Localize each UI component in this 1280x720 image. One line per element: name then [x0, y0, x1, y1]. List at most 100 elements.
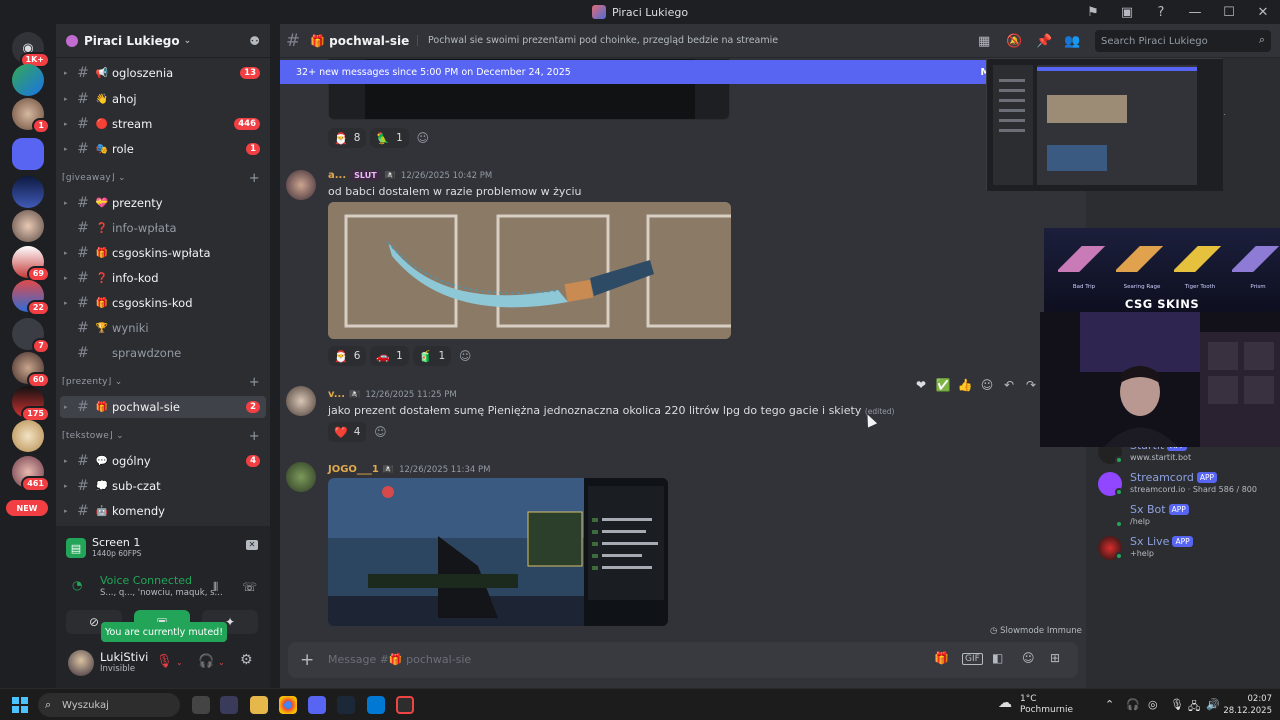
reaction[interactable]: 🧃 1	[412, 346, 452, 366]
author-name[interactable]: v...	[328, 389, 345, 400]
close-icon[interactable]: ✕	[1246, 0, 1280, 24]
category-giveaway[interactable]: ⌈ giveaway ⌋ ⌄ +	[62, 170, 266, 186]
file-explorer-icon[interactable]	[250, 696, 268, 714]
network-icon[interactable]: 🖧	[1188, 698, 1200, 717]
create-channel-icon[interactable]: +	[249, 429, 260, 444]
create-channel-icon[interactable]: +	[249, 171, 260, 186]
reaction[interactable]: 🎅 8	[328, 128, 367, 148]
channel-item-pochwal-sie[interactable]: ▸ # 🎁 pochwal-sie 2	[60, 396, 266, 418]
notification-muted-icon[interactable]: 🔕	[1006, 34, 1022, 49]
channel-item-sub-czat[interactable]: ▸ # 💭 sub-czat	[60, 475, 266, 497]
reply-icon[interactable]: ↶	[998, 378, 1020, 392]
heart-reaction-icon[interactable]: ❤	[910, 378, 932, 392]
message-input[interactable]: Message #🎁 pochwal-sie	[328, 653, 471, 666]
server-icon[interactable]: 7	[12, 318, 50, 354]
discord-taskbar-icon[interactable]	[308, 696, 326, 714]
app-icon[interactable]	[367, 696, 385, 714]
channel-topic[interactable]: Pochwal sie swoimi prezentami pod choink…	[417, 35, 778, 46]
gear-icon[interactable]: ⚙	[240, 652, 253, 668]
reaction[interactable]: 🚗 1	[370, 346, 409, 366]
create-channel-icon[interactable]: +	[249, 375, 260, 390]
server-icon[interactable]: 22	[12, 280, 50, 316]
stop-stream-icon[interactable]: ✕	[246, 540, 258, 550]
attachment-image[interactable]	[328, 478, 668, 626]
avatar[interactable]	[286, 386, 316, 416]
task-view-icon[interactable]	[192, 696, 210, 714]
message-composer[interactable]: + Message #🎁 pochwal-sie 🎁 GIF ◧ ☺ ⊞	[288, 642, 1078, 678]
chrome-icon[interactable]	[279, 696, 297, 714]
app-icon[interactable]	[220, 696, 238, 714]
obs-icon[interactable]	[396, 696, 414, 714]
channel-item-csgoskins-wpłata[interactable]: ▸ # 🎁 csgoskins-wpłata	[60, 242, 266, 264]
weather-widget[interactable]: ☁ 1°C Pochmurnie	[998, 693, 1078, 717]
gift-icon[interactable]: 🎁	[934, 651, 949, 665]
add-reaction-icon[interactable]: ☺	[976, 378, 998, 392]
channel-item-ogloszenia[interactable]: ▸ # 📢 ogloszenia 13	[60, 62, 266, 84]
category-tekstowe[interactable]: ⌈ tekstowe ⌋ ⌄ +	[62, 428, 266, 444]
username[interactable]: LukiStivi	[100, 650, 148, 664]
author-name[interactable]: a...	[328, 170, 346, 181]
channel-item-info-wpłata[interactable]: # ❓ info-wpłata	[60, 217, 266, 239]
thumbs-up-icon[interactable]: 👍	[954, 378, 976, 392]
channel-item-komendy[interactable]: ▸ # 🤖 komendy	[60, 500, 266, 522]
server-icon[interactable]	[12, 210, 44, 242]
taskbar-search[interactable]: ⌕ Wyszukaj	[38, 693, 180, 717]
sticker-icon[interactable]: ◧	[992, 651, 1003, 665]
minimize-icon[interactable]: —	[1178, 0, 1212, 24]
steam-tray-icon[interactable]: ◎	[1148, 698, 1158, 711]
server-icon[interactable]	[12, 138, 44, 170]
disconnect-icon[interactable]: ☏	[242, 580, 257, 594]
server-icon[interactable]	[12, 64, 44, 96]
chevron-down-icon[interactable]: ⌄	[218, 658, 225, 667]
guild-header[interactable]: Piraci Lukiego ⌄ ⚉	[56, 24, 270, 58]
mic-icon[interactable]: 🎙	[1170, 698, 1184, 711]
channel-item-stream[interactable]: ▸ # 🔴 stream 446	[60, 113, 266, 135]
gif-icon[interactable]: GIF	[962, 653, 983, 665]
help-icon[interactable]: ?	[1144, 0, 1178, 24]
check-reaction-icon[interactable]: ✅	[932, 378, 954, 392]
deafened-icon[interactable]: 🎧	[198, 654, 214, 669]
channel-item-ogólny[interactable]: ▸ # 💬 ogólny 4	[60, 450, 266, 472]
avatar[interactable]	[286, 462, 316, 492]
channel-item-ahoj[interactable]: ▸ # 👋 ahoj	[60, 88, 266, 110]
member-item[interactable]: Sx Bot APP /help	[1098, 502, 1278, 532]
server-icon[interactable]	[12, 176, 44, 208]
threads-icon[interactable]: ▦	[978, 34, 990, 49]
mic-muted-icon[interactable]: 🎙	[156, 654, 173, 669]
system-clock[interactable]: 02:07 28.12.2025	[1212, 693, 1272, 717]
avatar[interactable]	[68, 650, 94, 676]
add-reaction-icon[interactable]: ☺	[455, 346, 475, 366]
member-list-icon[interactable]: 👥	[1064, 34, 1080, 49]
chevron-up-icon[interactable]: ⌃	[1105, 698, 1114, 711]
channel-item-wyniki[interactable]: # 🏆 wyniki	[60, 317, 266, 339]
member-item[interactable]: Streamcord APP streamcord.io · Shard 586 …	[1098, 470, 1278, 500]
voice-connected-label[interactable]: Voice Connected	[100, 574, 192, 587]
apps-icon[interactable]: ⊞	[1050, 651, 1060, 665]
author-name[interactable]: JOGO___1	[328, 464, 379, 475]
emoji-icon[interactable]: ☺	[1022, 651, 1035, 665]
headset-icon[interactable]: 🎧	[1126, 698, 1140, 711]
channel-item-csgoskins-kod[interactable]: ▸ # 🎁 csgoskins-kod	[60, 292, 266, 314]
pin-icon[interactable]: 📌	[1036, 34, 1052, 49]
server-icon[interactable]: 1	[12, 98, 50, 134]
windows-start-icon[interactable]	[12, 697, 28, 713]
server-icon[interactable]: 60	[12, 352, 50, 388]
server-icon[interactable]	[12, 420, 44, 452]
add-reaction-icon[interactable]: ☺	[413, 128, 433, 148]
screen-share-row[interactable]: ▤ Screen 1 1440p 60FPS ✕	[66, 532, 264, 560]
inbox-icon[interactable]: ⚑	[1076, 0, 1110, 24]
search-input[interactable]: Search Piraci Lukiego ⌕	[1095, 30, 1271, 52]
add-reaction-icon[interactable]: ☺	[370, 422, 390, 442]
home-button[interactable]: ◉ 1K+	[12, 32, 50, 68]
noise-suppression-icon[interactable]: ⦀	[213, 580, 218, 595]
attach-plus-icon[interactable]: +	[300, 650, 314, 670]
chevron-down-icon[interactable]: ⌄	[176, 658, 183, 667]
channel-item-sprawdzone[interactable]: # sprawdzone	[60, 342, 266, 364]
channel-item-info-kod[interactable]: ▸ # ❓ info-kod	[60, 267, 266, 289]
new-unreads-pill[interactable]: NEW	[6, 500, 48, 516]
category-prezenty[interactable]: ⌈ prezenty ⌋ ⌄ +	[62, 374, 266, 390]
maximize-icon[interactable]: ☐	[1212, 0, 1246, 24]
server-icon[interactable]: 69	[12, 246, 50, 282]
reaction[interactable]: 🦜 1	[370, 128, 409, 148]
avatar[interactable]	[286, 170, 316, 200]
